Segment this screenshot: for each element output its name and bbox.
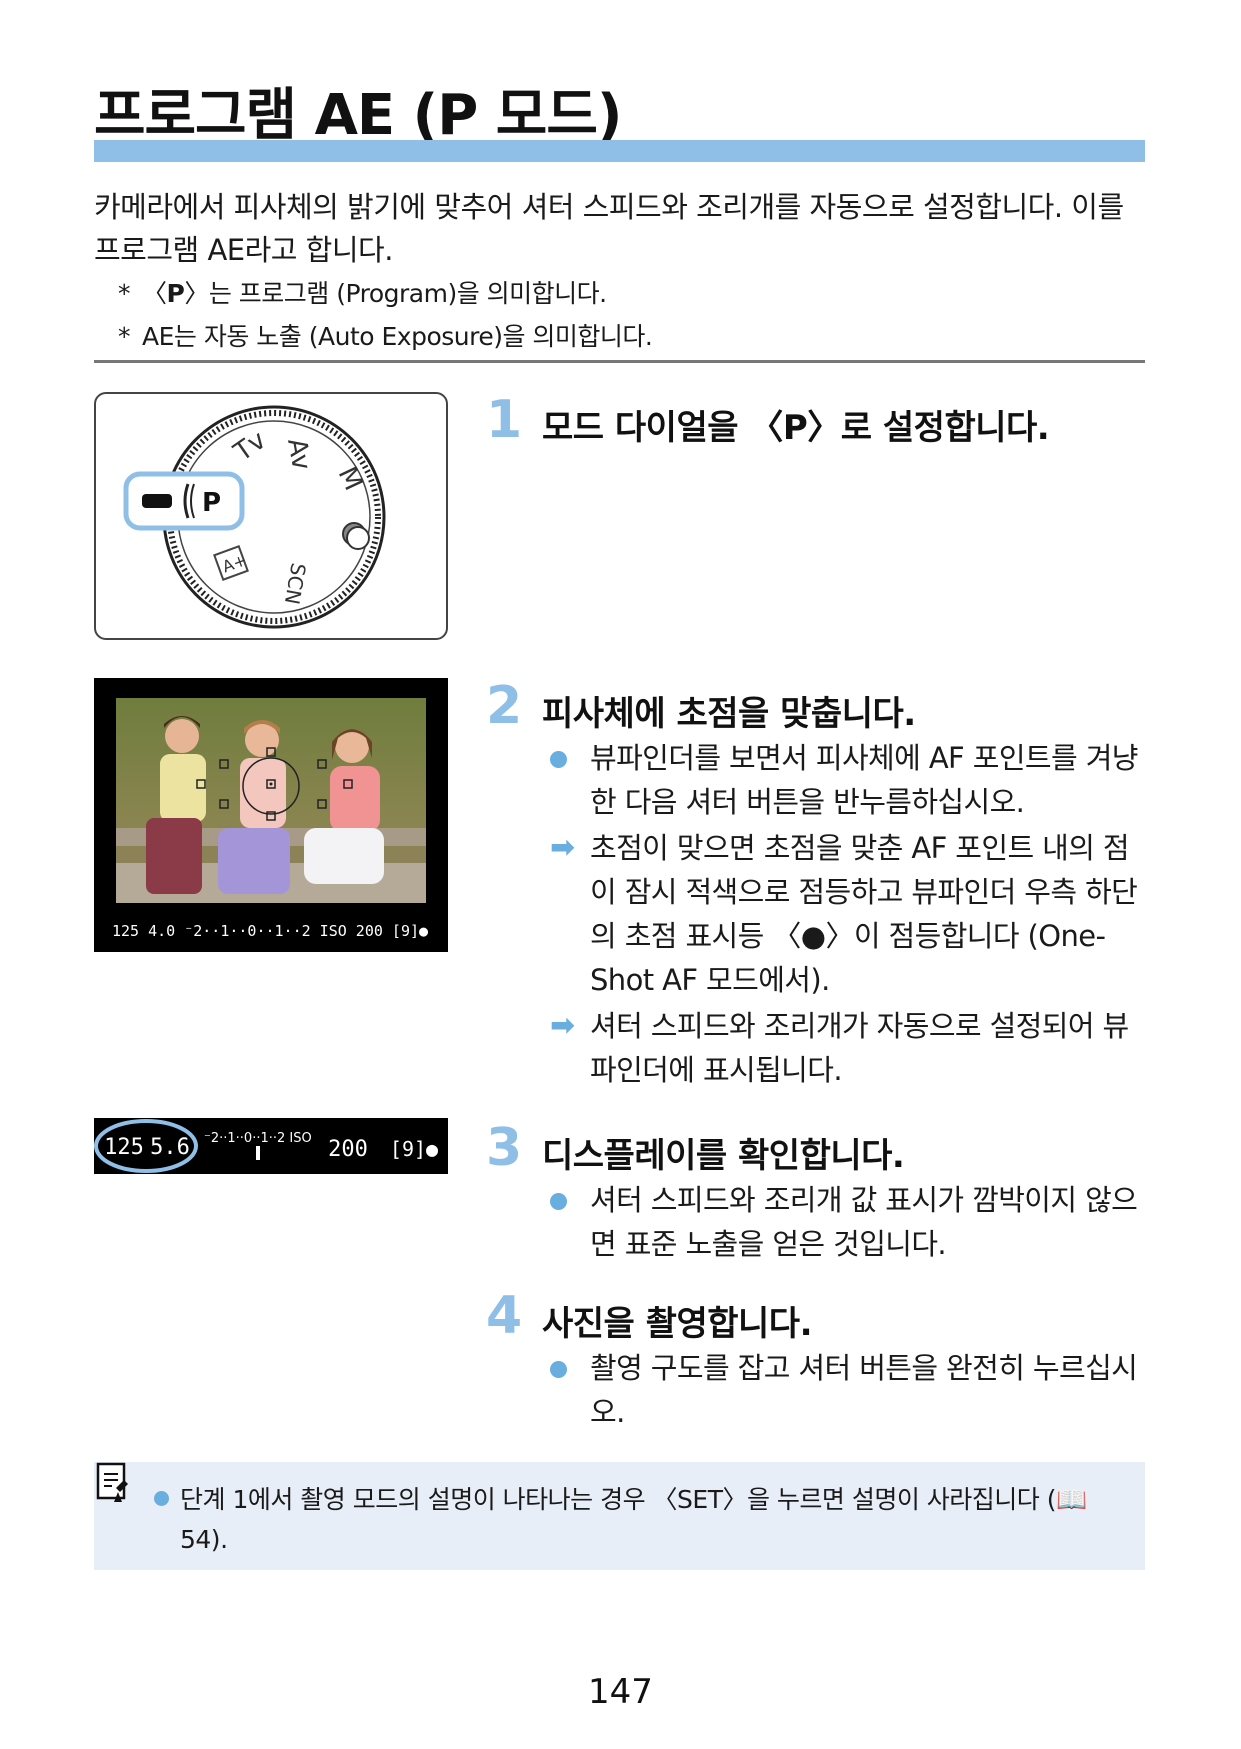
arrow-right-icon: ➡ [550, 1008, 575, 1043]
bullet-dot-icon [550, 1361, 567, 1378]
exposure-display-illustration: 125 5.6 ⁻2··1··0··1··2 ISO 200 [9]● [94, 1118, 448, 1174]
shutter-speed-value: 125 [104, 1135, 144, 1160]
arrow-right-icon: ➡ [550, 830, 575, 865]
step-2-number: 2 [486, 676, 523, 736]
step-3-title: 디스플레이를 확인합니다. [542, 1136, 905, 1176]
dial-label-av: Av [281, 436, 316, 472]
memo-icon [96, 1462, 128, 1502]
shots-remaining: [9]● [390, 1137, 438, 1161]
step-2-title: 피사체에 초점을 맞춥니다. [542, 694, 916, 734]
viewfinder-readout: 125 4.0 ⁻2··1··0··1··2 ISO 200 [9]● [112, 922, 428, 940]
mode-dial-illustration: Tv Av M SCN A+ P [94, 392, 448, 640]
note-star: * [118, 279, 131, 308]
list-item: 촬영 구도를 잡고 셔터 버튼을 완전히 누르십시오. [550, 1346, 1150, 1434]
section-divider [94, 360, 1145, 363]
exposure-scale: ⁻2··1··0··1··2 ISO [204, 1131, 312, 1146]
step-3-number: 3 [486, 1118, 523, 1178]
note-program: * 〈P〉는 프로그램 (Program)을 의미합니다. [118, 272, 652, 315]
step-4-bullets: 촬영 구도를 잡고 셔터 버튼을 완전히 누르십시오. [550, 1346, 1150, 1434]
page-number: 147 [588, 1672, 653, 1712]
page-title: 프로그램 AE (P 모드) [94, 83, 622, 148]
viewfinder-illustration: 125 4.0 ⁻2··1··0··1··2 ISO 200 [9]● [94, 678, 448, 952]
tip-text: 단계 1에서 촬영 모드의 설명이 나타나는 경우 〈SET〉을 누르면 설명이… [180, 1485, 1087, 1554]
bullet-dot-icon [154, 1491, 169, 1506]
list-item: 뷰파인더를 보면서 피사체에 AF 포인트를 겨냥한 다음 셔터 버튼을 반누름… [550, 736, 1150, 824]
p-mode-symbol: P [166, 279, 185, 308]
aperture-value: 5.6 [150, 1135, 190, 1160]
note-star: * [118, 322, 131, 351]
step-1-number: 1 [486, 390, 523, 450]
note-auto-exposure: * AE는 자동 노출 (Auto Exposure)을 의미합니다. [118, 315, 653, 358]
bullet-dot-icon [550, 751, 567, 768]
notes: * 〈P〉는 프로그램 (Program)을 의미합니다. * AE는 자동 노출 … [118, 272, 653, 358]
title-underline-bar [94, 140, 1145, 162]
dial-label-p: P [202, 488, 221, 518]
list-item: 셔터 스피드와 조리개 값 표시가 깜박이지 않으면 표준 노출을 얻은 것입니… [550, 1178, 1150, 1266]
list-item: ➡ 셔터 스피드와 조리개가 자동으로 설정되어 뷰파인더에 표시됩니다. [550, 1004, 1150, 1092]
step-4-title: 사진을 촬영합니다. [542, 1304, 813, 1344]
step-1-title: 모드 다이얼을 〈P〉로 설정합니다. [542, 408, 1050, 448]
person-1 [165, 719, 199, 753]
step-4-number: 4 [486, 1286, 523, 1346]
step-2-bullets: 뷰파인더를 보면서 피사체에 AF 포인트를 겨냥한 다음 셔터 버튼을 반누름… [550, 736, 1150, 1092]
list-item: ➡ 초점이 맞으면 초점을 맞춘 AF 포인트 내의 점이 잠시 적색으로 점등하… [550, 826, 1150, 1002]
mode-dial-icon: Tv Av M SCN A+ P [123, 405, 386, 629]
step-3-bullets: 셔터 스피드와 조리개 값 표시가 깜박이지 않으면 표준 노출을 얻은 것입니… [550, 1178, 1150, 1266]
iso-value: 200 [328, 1137, 368, 1162]
intro-paragraph: 카메라에서 피사체의 밝기에 맞추어 셔터 스피드와 조리개를 자동으로 설정합… [94, 190, 1124, 267]
bullet-dot-icon [550, 1193, 567, 1210]
dial-index-mark [142, 494, 172, 508]
